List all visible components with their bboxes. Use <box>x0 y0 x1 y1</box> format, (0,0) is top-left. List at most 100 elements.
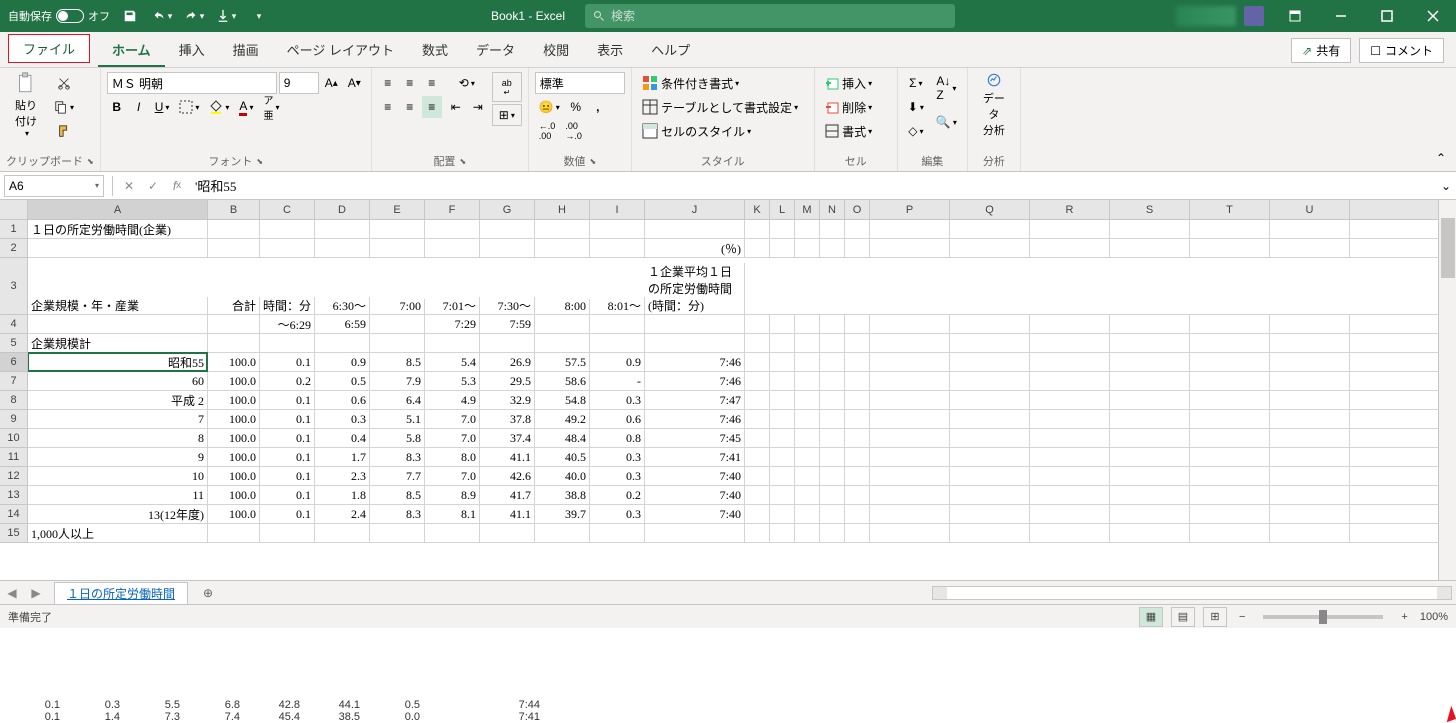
share-button[interactable]: ⇗共有 <box>1291 38 1351 63</box>
decrease-decimal-icon[interactable]: .00→.0 <box>561 120 586 142</box>
ribbon-display-icon[interactable] <box>1272 0 1318 32</box>
tab-ヘルプ[interactable]: ヘルプ <box>637 34 704 67</box>
normal-view-icon[interactable]: ▦ <box>1139 607 1163 627</box>
table-row[interactable]: (％) <box>28 239 1438 258</box>
font-size-select[interactable] <box>279 72 319 94</box>
page-layout-view-icon[interactable]: ▤ <box>1171 607 1195 627</box>
search-input[interactable] <box>611 9 947 23</box>
formula-input[interactable] <box>189 178 1436 194</box>
col-header-N[interactable]: N <box>820 200 845 219</box>
row-header-4[interactable]: 4 <box>0 315 27 334</box>
add-sheet-icon[interactable]: ⊕ <box>196 586 220 600</box>
bold-button[interactable]: B <box>107 96 127 118</box>
align-left-icon[interactable]: ≡ <box>378 96 398 118</box>
table-row[interactable]: 平成 2100.00.10.66.44.932.954.80.37:47 <box>28 391 1438 410</box>
table-row[interactable]: 8100.00.10.45.87.037.448.40.87:45 <box>28 429 1438 448</box>
worksheet-grid[interactable]: 123456789101112131415 ABCDEFGHIJKLMNOPQR… <box>0 200 1456 580</box>
col-header-S[interactable]: S <box>1110 200 1190 219</box>
zoom-in-button[interactable]: + <box>1397 611 1411 623</box>
col-header-J[interactable]: J <box>645 200 745 219</box>
decrease-indent-icon[interactable]: ⇤ <box>446 96 466 118</box>
touch-mode-icon[interactable]: ▾ <box>214 4 238 28</box>
row-header-10[interactable]: 10 <box>0 429 27 448</box>
font-dialog-icon[interactable]: ⬊ <box>256 157 263 166</box>
expand-formula-bar-icon[interactable]: ⌄ <box>1436 179 1456 193</box>
tab-ページ レイアウト[interactable]: ページ レイアウト <box>273 34 408 67</box>
account-info[interactable] <box>1176 6 1236 26</box>
enter-formula-icon[interactable]: ✓ <box>141 175 165 197</box>
table-row[interactable]: 企業規模計 <box>28 334 1438 353</box>
table-row[interactable]: ～6:296:597:297:59 <box>28 315 1438 334</box>
undo-icon[interactable]: ▾ <box>150 4 174 28</box>
col-header-C[interactable]: C <box>260 200 315 219</box>
col-header-K[interactable]: K <box>745 200 770 219</box>
row-header-15[interactable]: 15 <box>0 524 27 543</box>
maximize-button[interactable] <box>1364 0 1410 32</box>
col-header-R[interactable]: R <box>1030 200 1110 219</box>
tab-ホーム[interactable]: ホーム <box>98 34 165 67</box>
tab-描画[interactable]: 描画 <box>219 34 273 67</box>
table-row[interactable]: 企業規模・年・産業合計時間：分6:30～7:007:01～7:30～8:008:… <box>28 258 1438 315</box>
row-header-2[interactable]: 2 <box>0 239 27 258</box>
accounting-format-icon[interactable]: 😐▾ <box>535 96 564 118</box>
row-header-13[interactable]: 13 <box>0 486 27 505</box>
row-header-9[interactable]: 9 <box>0 410 27 429</box>
fill-color-button[interactable]: ▾ <box>205 96 233 118</box>
fill-icon[interactable]: ⬇▾ <box>904 96 928 118</box>
number-dialog-icon[interactable]: ⬊ <box>589 157 596 166</box>
table-row[interactable]: 昭和55100.00.10.98.55.426.957.50.97:46 <box>28 353 1438 372</box>
tab-データ[interactable]: データ <box>462 34 529 67</box>
tab-校閲[interactable]: 校閲 <box>529 34 583 67</box>
font-color-button[interactable]: A▾ <box>235 96 257 118</box>
col-header-P[interactable]: P <box>870 200 950 219</box>
orientation-icon[interactable]: ⟲▾ <box>446 72 488 94</box>
tab-数式[interactable]: 数式 <box>408 34 462 67</box>
insert-cells-button[interactable]: 挿入▾ <box>821 72 891 94</box>
number-format-select[interactable] <box>535 72 625 94</box>
save-icon[interactable] <box>118 4 142 28</box>
comma-format-icon[interactable]: , <box>588 96 608 118</box>
col-header-U[interactable]: U <box>1270 200 1350 219</box>
col-header-A[interactable]: A <box>28 200 208 219</box>
close-button[interactable] <box>1410 0 1456 32</box>
italic-button[interactable]: I <box>129 96 149 118</box>
insert-function-icon[interactable]: fx <box>165 175 189 197</box>
tab-file[interactable]: ファイル <box>8 34 90 63</box>
format-painter-icon[interactable] <box>50 120 78 142</box>
sheet-nav-prev-icon[interactable]: ◀ <box>0 586 24 600</box>
page-break-view-icon[interactable]: ⊞ <box>1203 607 1227 627</box>
tab-挿入[interactable]: 挿入 <box>165 34 219 67</box>
align-center-icon[interactable]: ≡ <box>400 96 420 118</box>
vertical-scrollbar[interactable] <box>1438 200 1456 580</box>
name-box[interactable]: A6▾ <box>4 175 104 197</box>
col-header-D[interactable]: D <box>315 200 370 219</box>
align-right-icon[interactable]: ≡ <box>422 96 442 118</box>
row-header-1[interactable]: 1 <box>0 220 27 239</box>
sort-filter-icon[interactable]: A↓Z▾ <box>932 72 961 104</box>
qat-customize-icon[interactable]: ▾ <box>246 4 270 28</box>
autosave-toggle[interactable]: 自動保存 オフ <box>8 8 110 24</box>
row-header-5[interactable]: 5 <box>0 334 27 353</box>
increase-indent-icon[interactable]: ⇥ <box>468 96 488 118</box>
col-header-H[interactable]: H <box>535 200 590 219</box>
align-middle-icon[interactable]: ≡ <box>400 72 420 94</box>
comment-button[interactable]: ☐コメント <box>1359 38 1444 63</box>
cut-icon[interactable] <box>50 72 78 94</box>
col-header-T[interactable]: T <box>1190 200 1270 219</box>
row-header-8[interactable]: 8 <box>0 391 27 410</box>
col-header-I[interactable]: I <box>590 200 645 219</box>
zoom-level[interactable]: 100% <box>1420 611 1448 623</box>
increase-font-icon[interactable]: A▴ <box>321 72 342 94</box>
table-row[interactable]: 11100.00.11.88.58.941.738.80.27:40 <box>28 486 1438 505</box>
table-row[interactable]: 9100.00.11.78.38.041.140.50.37:41 <box>28 448 1438 467</box>
table-row[interactable]: 7100.00.10.35.17.037.849.20.67:46 <box>28 410 1438 429</box>
row-header-3[interactable]: 3 <box>0 258 27 315</box>
col-header-F[interactable]: F <box>425 200 480 219</box>
redo-icon[interactable]: ▾ <box>182 4 206 28</box>
merge-cells-button[interactable]: ⊞▾ <box>492 104 522 126</box>
minimize-button[interactable] <box>1318 0 1364 32</box>
increase-decimal-icon[interactable]: ←.0.00 <box>535 120 560 142</box>
zoom-slider[interactable] <box>1263 615 1383 619</box>
phonetic-guide-button[interactable]: ア亜▾ <box>259 96 283 118</box>
sheet-tab[interactable]: １日の所定労働時間 <box>54 582 188 604</box>
